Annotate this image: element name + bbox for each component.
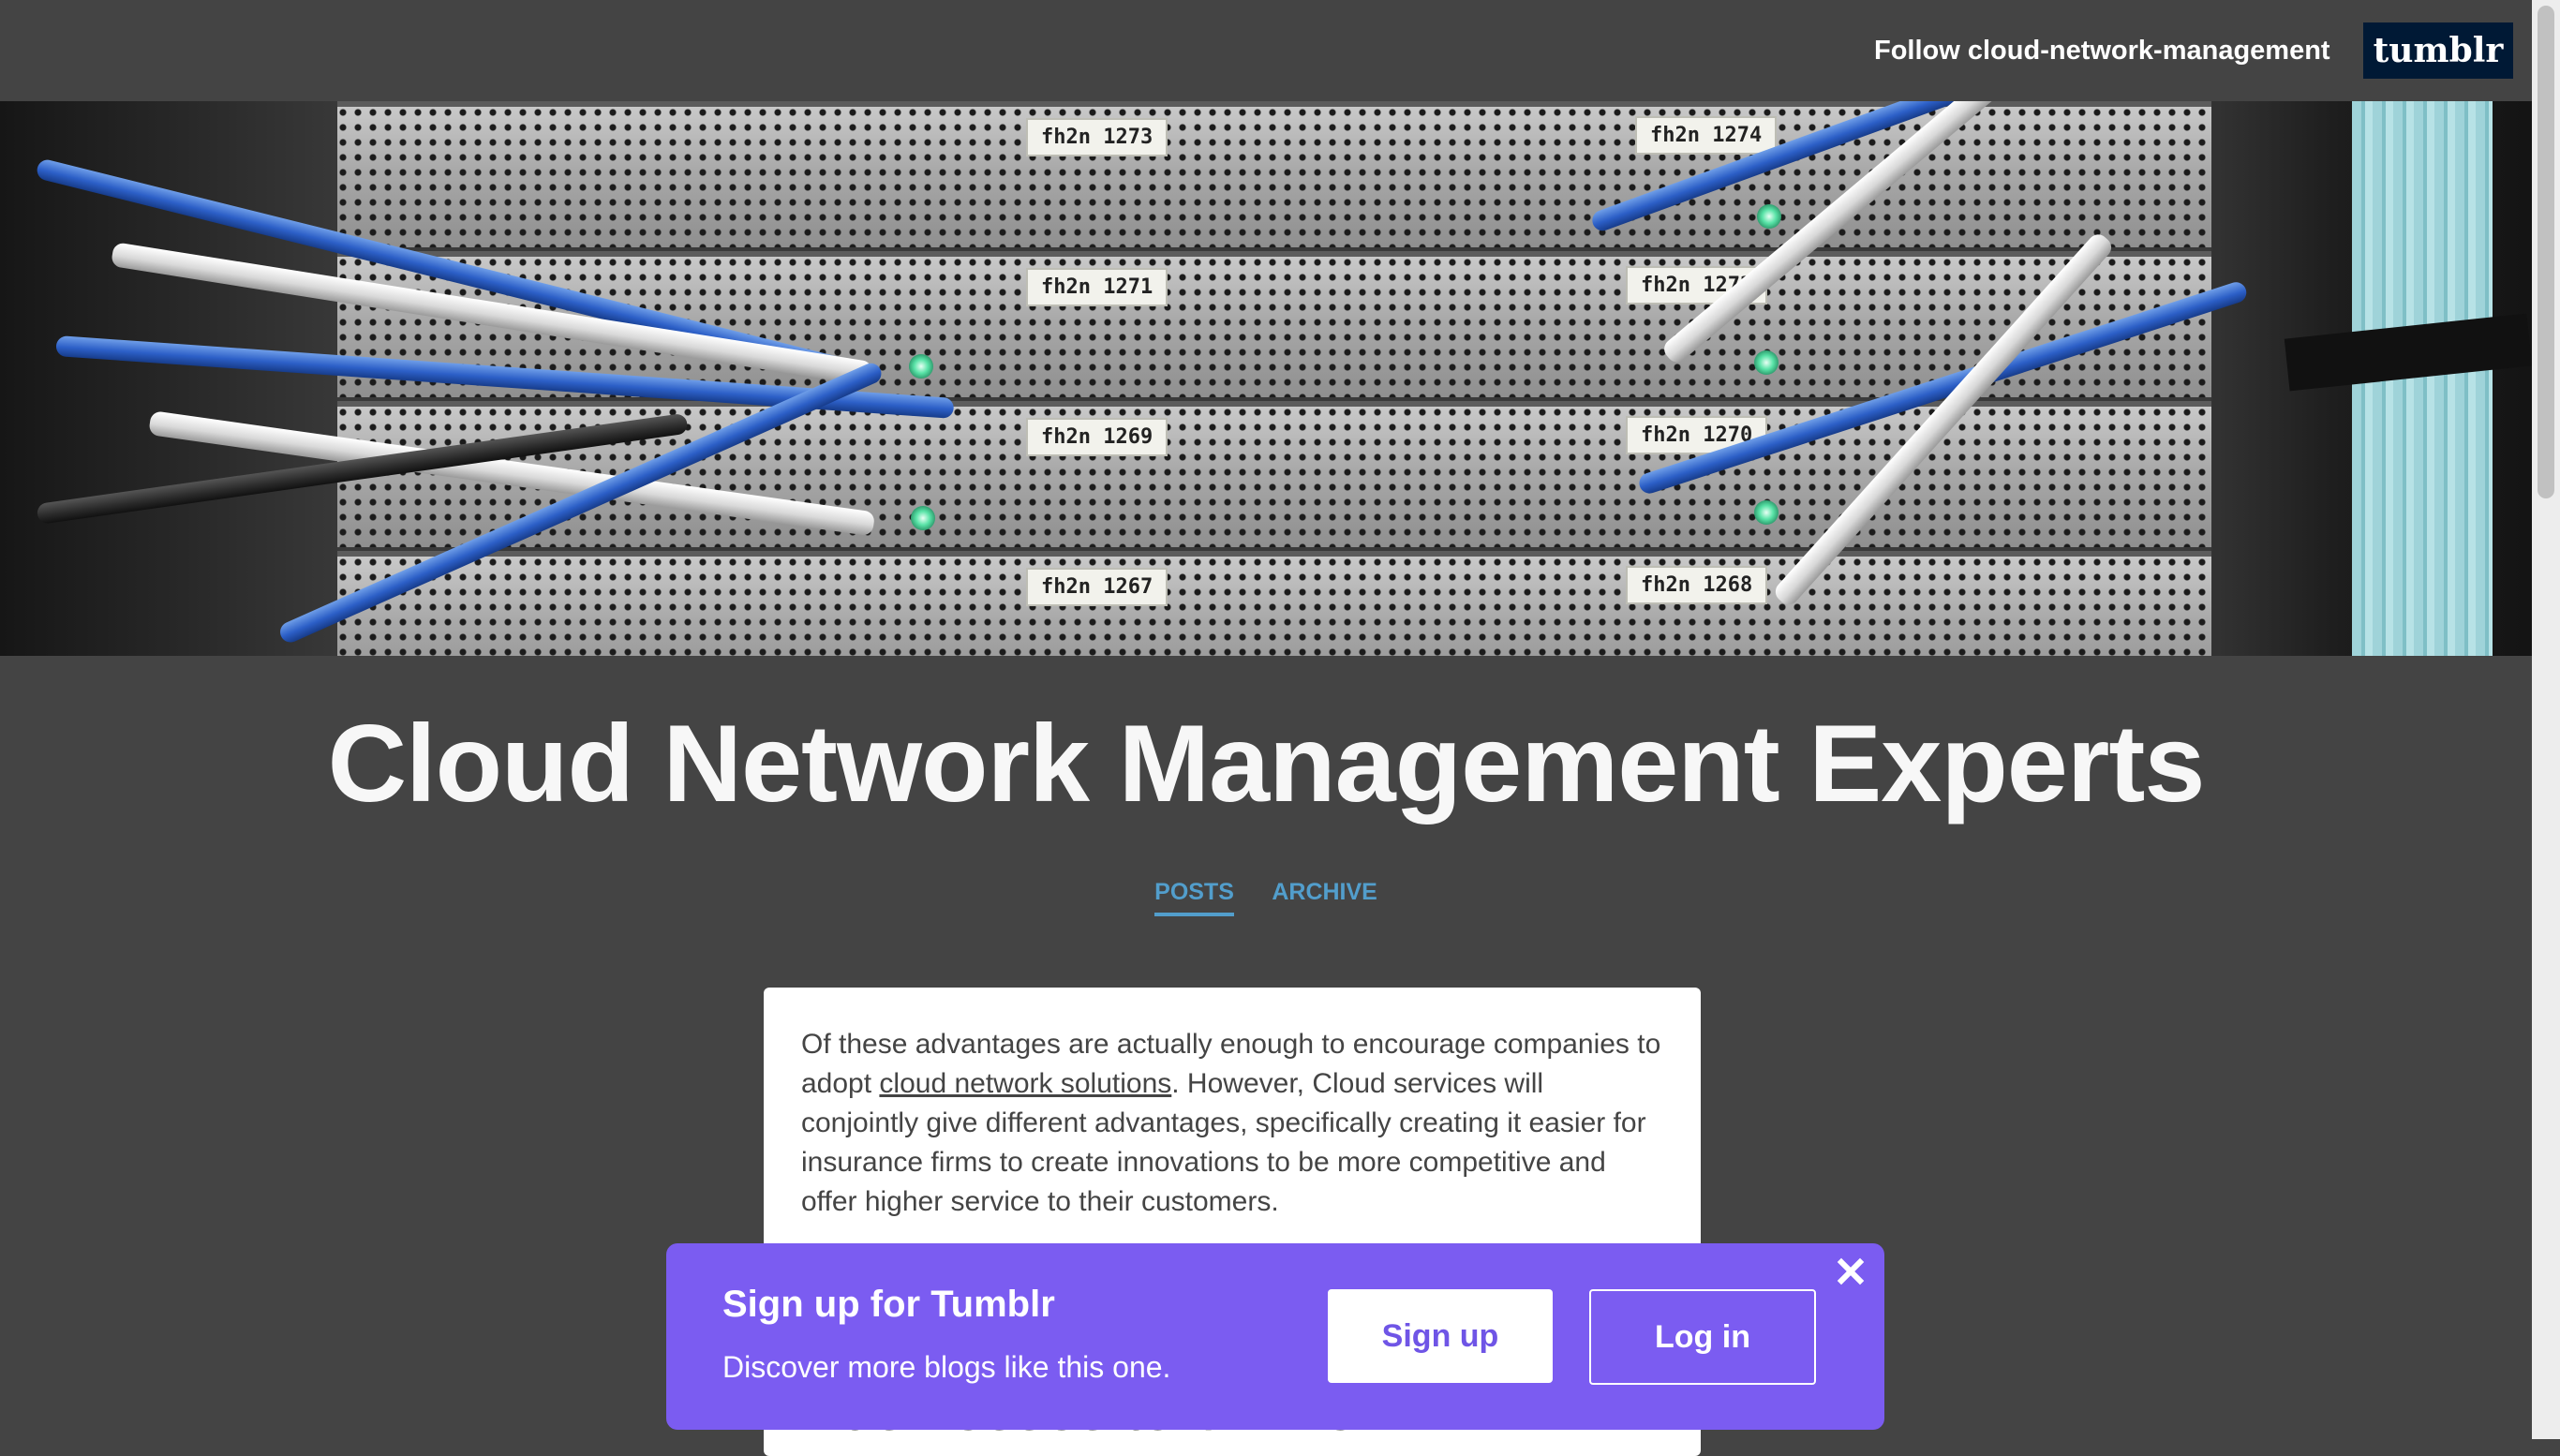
server-label: fh2n 1273 bbox=[1026, 118, 1168, 156]
server-row: fh2n 1267 fh2n 1268 bbox=[337, 551, 2249, 656]
signup-button[interactable]: Sign up bbox=[1328, 1289, 1553, 1383]
signup-banner: Sign up for Tumblr Discover more blogs l… bbox=[666, 1243, 1884, 1430]
server-label: fh2n 1269 bbox=[1026, 418, 1168, 456]
server-label: fh2n 1267 bbox=[1026, 568, 1168, 606]
close-icon[interactable] bbox=[1834, 1255, 1868, 1288]
top-bar: Follow cloud-network-management tumblr bbox=[0, 0, 2530, 101]
status-led bbox=[911, 506, 935, 530]
blog-nav: POSTS ARCHIVE bbox=[0, 875, 2532, 916]
server-label: fh2n 1274 bbox=[1635, 116, 1778, 155]
blog-title: Cloud Network Management Experts bbox=[327, 702, 2206, 825]
status-led bbox=[1754, 500, 1779, 525]
tumblr-logo[interactable]: tumblr bbox=[2363, 22, 2513, 79]
close-icon-glyph bbox=[1837, 1257, 1865, 1285]
login-button[interactable]: Log in bbox=[1589, 1289, 1816, 1385]
tab-posts[interactable]: POSTS bbox=[1154, 875, 1234, 916]
post-body: Of these advantages are actually enough … bbox=[801, 1025, 1663, 1222]
status-led bbox=[1754, 350, 1779, 375]
server-label: fh2n 1271 bbox=[1026, 268, 1168, 306]
status-led bbox=[909, 354, 933, 379]
tab-archive[interactable]: ARCHIVE bbox=[1272, 875, 1377, 913]
signup-subtitle: Discover more blogs like this one. bbox=[722, 1350, 1171, 1384]
scrollbar-thumb[interactable] bbox=[2538, 6, 2554, 498]
rack-left-side bbox=[0, 101, 356, 656]
post-link[interactable]: cloud network solutions bbox=[879, 1068, 1171, 1099]
signup-title: Sign up for Tumblr bbox=[722, 1284, 1055, 1325]
header-image: fh2n 1273 fh2n 1274 fh2n 1271 fh2n 1272 … bbox=[0, 101, 2532, 656]
follow-blog-link[interactable]: Follow cloud-network-management bbox=[1874, 34, 2330, 67]
server-label: fh2n 1268 bbox=[1626, 566, 1768, 604]
status-led bbox=[1757, 204, 1781, 229]
